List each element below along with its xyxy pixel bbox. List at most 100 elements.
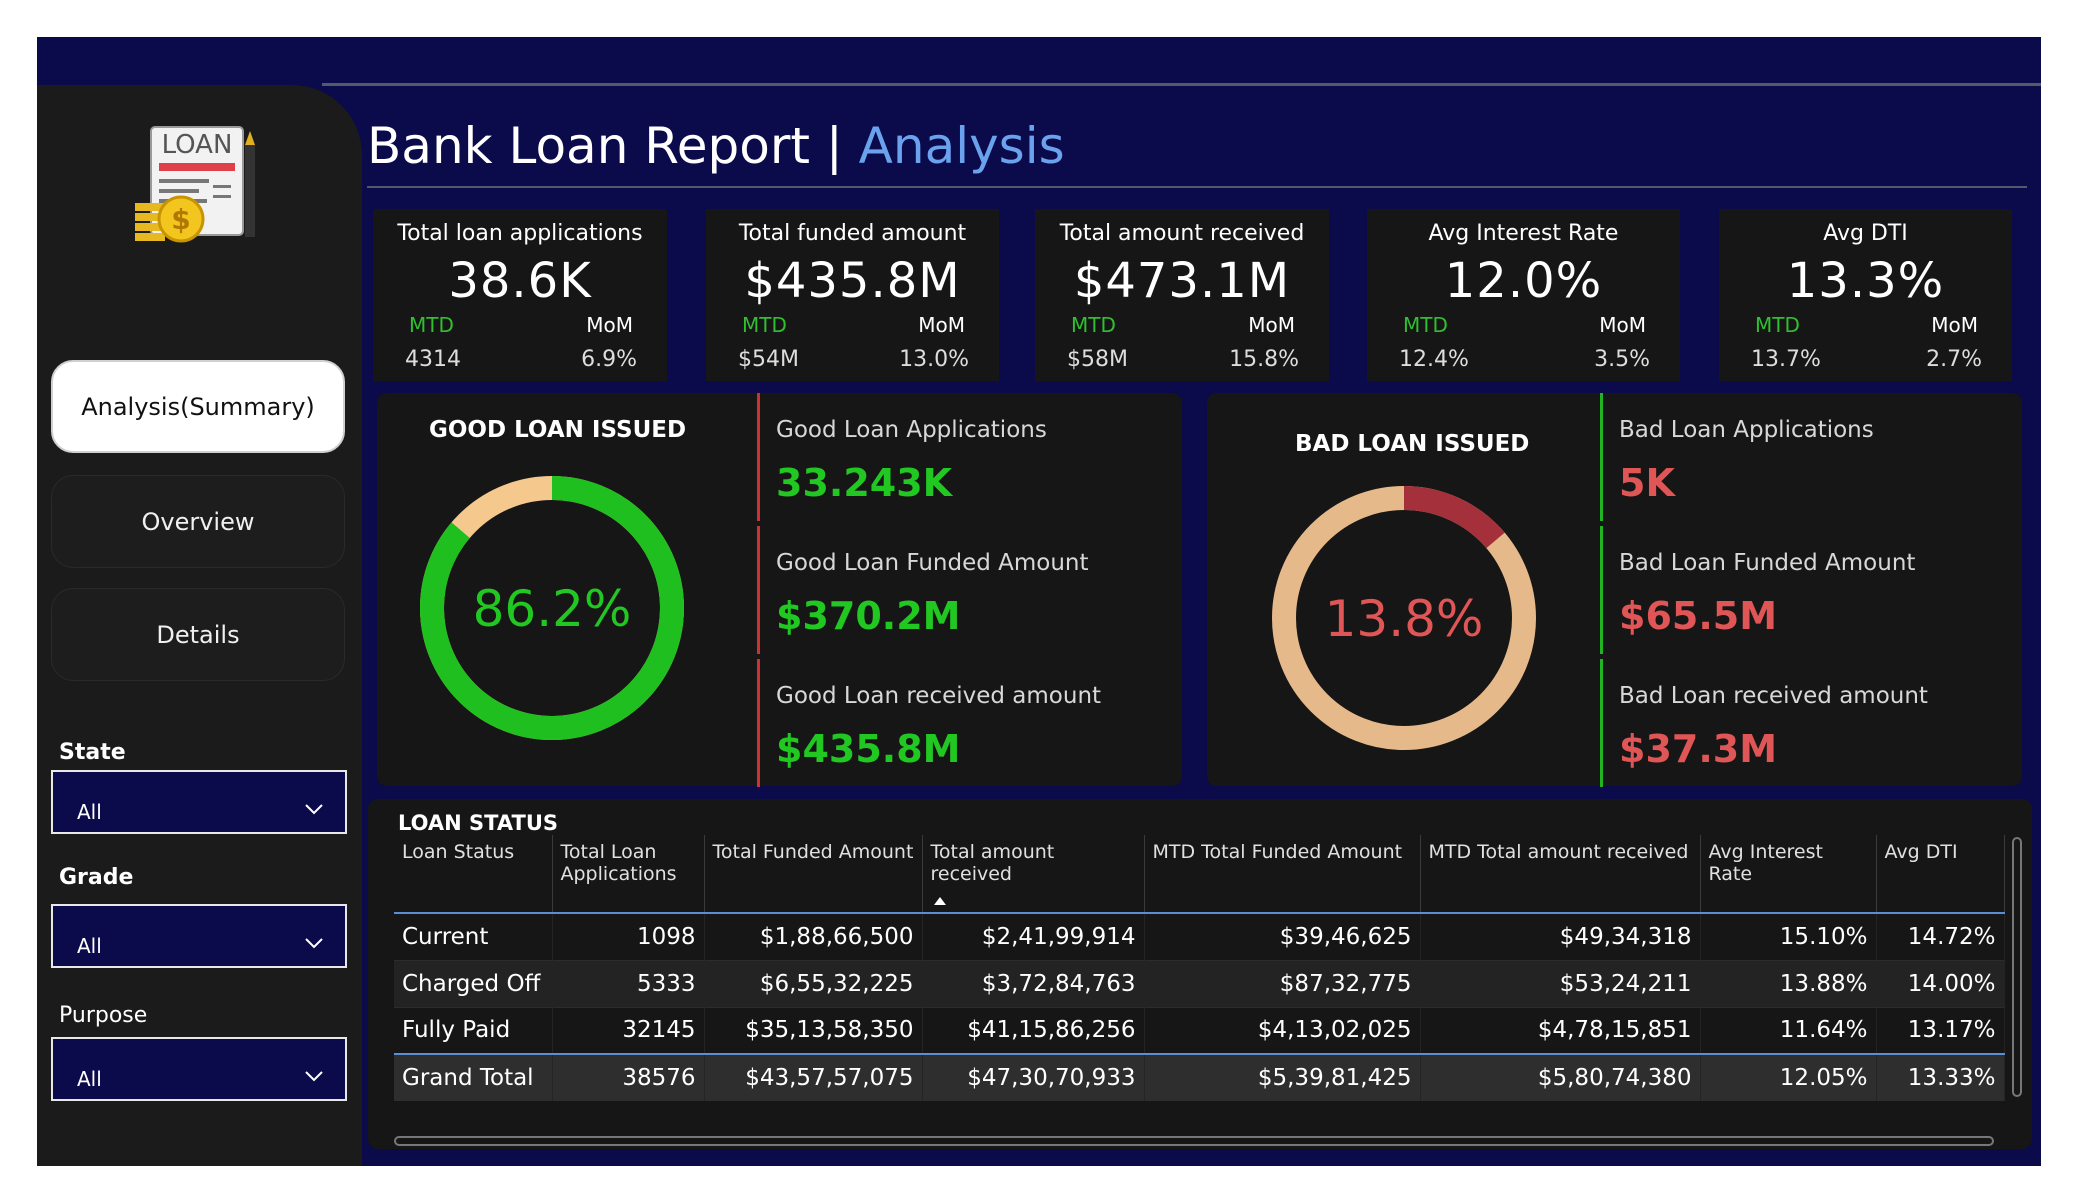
kpi-mom-label: MoM — [1931, 313, 1978, 337]
table-cell: $41,15,86,256 — [922, 1007, 1145, 1054]
table-total-row[interactable]: Grand Total 38576 $43,57,57,075 $47,30,7… — [394, 1054, 2005, 1101]
purpose-dropdown[interactable]: All — [51, 1037, 347, 1101]
good-loan-panel: GOOD LOAN ISSUED 86.2% Good Loan Applica… — [377, 393, 1182, 787]
nav-overview-button[interactable]: Overview — [51, 475, 345, 568]
table-cell: Charged Off — [394, 960, 553, 1007]
loan-status-panel: LOAN STATUS Loan Status Total Loan Appli… — [368, 799, 2032, 1149]
kpi-mtd-value: 12.4% — [1399, 347, 1469, 372]
table-cell: $5,39,81,425 — [1144, 1054, 1421, 1101]
table-cell: $5,80,74,380 — [1420, 1054, 1701, 1101]
state-dropdown-value: All — [77, 800, 102, 824]
table-cell: $35,13,58,350 — [704, 1007, 923, 1054]
kpi-mom-value: 2.7% — [1926, 347, 1982, 372]
column-header[interactable]: MTD Total Funded Amount — [1144, 835, 1421, 913]
loan-logo-icon: LOAN $ — [135, 126, 255, 243]
kpi-card-total-applications: Total loan applications 38.6K MTD MoM 43… — [373, 209, 667, 381]
column-header[interactable]: Avg DTI — [1876, 835, 2005, 913]
stat-value: $435.8M — [776, 727, 961, 771]
chevron-down-icon — [305, 938, 323, 949]
purpose-dropdown-value: All — [77, 1067, 102, 1091]
state-filter-label: State — [59, 740, 126, 765]
bad-loan-title: BAD LOAN ISSUED — [1295, 431, 1530, 457]
stat-value: $37.3M — [1619, 727, 1778, 771]
table-cell: $53,24,211 — [1420, 960, 1701, 1007]
table-row[interactable]: Charged Off 5333 $6,55,32,225 $3,72,84,7… — [394, 960, 2005, 1007]
bad-loan-donut: 13.8% — [1272, 486, 1536, 750]
dashboard-frame: LOAN $ Analysis(Summary) Overview Detail… — [37, 37, 2041, 1166]
bad-loan-percent: 13.8% — [1325, 590, 1484, 648]
stat-value: $65.5M — [1619, 594, 1778, 638]
horizontal-scrollbar[interactable] — [394, 1136, 1994, 1146]
table-cell: 1098 — [552, 913, 705, 960]
column-header[interactable]: Loan Status — [394, 835, 553, 913]
state-dropdown[interactable]: All — [51, 770, 347, 834]
kpi-mom-label: MoM — [1599, 313, 1646, 337]
table-cell: 14.00% — [1876, 960, 2005, 1007]
kpi-mtd-label: MTD — [409, 313, 454, 337]
vertical-scrollbar[interactable] — [2012, 837, 2022, 1097]
good-loan-received: Good Loan received amount $435.8M — [757, 659, 1101, 787]
nav-details-button[interactable]: Details — [51, 588, 345, 681]
kpi-label: Total loan applications — [397, 221, 643, 246]
good-loan-percent: 86.2% — [473, 580, 632, 638]
kpi-card-avg-dti: Avg DTI 13.3% MTD MoM 13.7% 2.7% — [1719, 209, 2012, 381]
bad-loan-received: Bad Loan received amount $37.3M — [1600, 659, 1928, 787]
bad-loan-applications: Bad Loan Applications 5K — [1600, 393, 1874, 521]
chevron-down-icon — [305, 804, 323, 815]
kpi-mom-value: 6.9% — [581, 347, 637, 372]
grade-dropdown[interactable]: All — [51, 904, 347, 968]
stat-label: Good Loan received amount — [776, 683, 1102, 709]
loan-status-table: Loan Status Total Loan Applications Tota… — [394, 835, 2005, 1101]
kpi-mtd-value: 4314 — [405, 347, 461, 372]
table-cell: $43,57,57,075 — [704, 1054, 923, 1101]
table-row[interactable]: Current 1098 $1,88,66,500 $2,41,99,914 $… — [394, 913, 2005, 960]
kpi-card-total-funded: Total funded amount $435.8M MTD MoM $54M… — [706, 209, 999, 381]
bad-loan-panel: BAD LOAN ISSUED 13.8% Bad Loan Applicati… — [1207, 393, 2022, 787]
table-cell: $87,32,775 — [1144, 960, 1421, 1007]
table-row[interactable]: Fully Paid 32145 $35,13,58,350 $41,15,86… — [394, 1007, 2005, 1054]
table-cell: 15.10% — [1700, 913, 1877, 960]
purpose-filter-label: Purpose — [59, 1003, 148, 1028]
title-divider — [367, 186, 2027, 188]
table-cell: 32145 — [552, 1007, 705, 1054]
grade-filter-label: Grade — [59, 865, 134, 890]
kpi-card-total-received: Total amount received $473.1M MTD MoM $5… — [1035, 209, 1329, 381]
column-header[interactable]: MTD Total amount received — [1420, 835, 1701, 913]
stat-value: $370.2M — [776, 594, 961, 638]
table-header-row: Loan Status Total Loan Applications Tota… — [394, 835, 2005, 913]
good-loan-funded: Good Loan Funded Amount $370.2M — [757, 526, 1089, 654]
good-loan-applications: Good Loan Applications 33.243K — [757, 393, 1047, 521]
stat-value: 33.243K — [776, 461, 953, 505]
good-loan-donut: 86.2% — [420, 476, 684, 740]
kpi-value: 13.3% — [1786, 253, 1945, 309]
table-cell: 13.17% — [1876, 1007, 2005, 1054]
kpi-label: Avg Interest Rate — [1428, 221, 1619, 246]
good-loan-title: GOOD LOAN ISSUED — [429, 417, 687, 443]
table-cell: $4,78,15,851 — [1420, 1007, 1701, 1054]
table-cell: 13.88% — [1700, 960, 1877, 1007]
table-cell: $4,13,02,025 — [1144, 1007, 1421, 1054]
kpi-mom-value: 13.0% — [899, 347, 969, 372]
table-cell: 38576 — [552, 1054, 705, 1101]
kpi-mtd-label: MTD — [1403, 313, 1448, 337]
stat-label: Bad Loan received amount — [1619, 683, 1928, 709]
stat-value: 5K — [1619, 461, 1675, 505]
bad-loan-funded: Bad Loan Funded Amount $65.5M — [1600, 526, 1915, 654]
table-cell: $49,34,318 — [1420, 913, 1701, 960]
kpi-value: 12.0% — [1444, 253, 1603, 309]
table-cell: 11.64% — [1700, 1007, 1877, 1054]
column-header[interactable]: Total Funded Amount — [704, 835, 923, 913]
stat-label: Good Loan Funded Amount — [776, 550, 1089, 576]
svg-text:$: $ — [171, 203, 190, 236]
top-divider — [322, 83, 2041, 86]
column-header-sorted[interactable]: Total amount received — [922, 835, 1145, 913]
grade-dropdown-value: All — [77, 934, 102, 958]
column-header[interactable]: Total Loan Applications — [552, 835, 705, 913]
nav-analysis-summary-button[interactable]: Analysis(Summary) — [51, 360, 345, 453]
kpi-mom-label: MoM — [1248, 313, 1295, 337]
stat-label: Bad Loan Funded Amount — [1619, 550, 1916, 576]
kpi-mtd-value: 13.7% — [1751, 347, 1821, 372]
kpi-mtd-value: $58M — [1067, 347, 1128, 372]
column-header[interactable]: Avg Interest Rate — [1700, 835, 1877, 913]
table-cell: $1,88,66,500 — [704, 913, 923, 960]
